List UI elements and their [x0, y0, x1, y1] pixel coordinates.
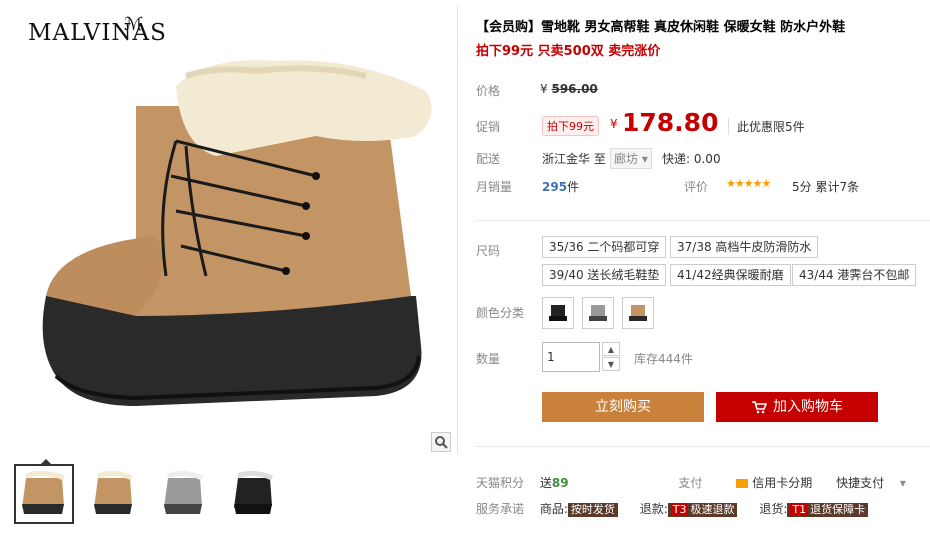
product-gallery: MALVINAS ℳ [6, 6, 458, 536]
quantity-label: 数量 [476, 352, 501, 366]
boot-thumb-icon [22, 470, 65, 514]
promo-tag: 拍下99元 [542, 116, 599, 136]
sales-label: 月销量 [476, 180, 513, 194]
star-rating-icon: ★★★★★ [726, 177, 771, 190]
color-swatch-grey[interactable] [582, 297, 614, 329]
divider [476, 446, 930, 447]
boot-swatch-icon [549, 305, 567, 321]
fast-pay[interactable]: 快捷支付 ▾ [836, 476, 906, 490]
ship-destination-select[interactable]: 廊坊 ▾ [610, 148, 652, 169]
thumbnail-1[interactable] [14, 459, 74, 524]
zoom-icon[interactable] [431, 432, 451, 452]
price-label: 价格 [476, 84, 501, 98]
size-label: 尺码 [476, 244, 501, 258]
rating-label: 评价 [684, 180, 709, 194]
product-subtitle: 拍下99元 只卖500双 卖完涨价 [476, 44, 661, 59]
add-to-cart-button[interactable]: 加入购物车 [716, 392, 878, 422]
ship-fee: 快递: 0.00 [662, 152, 721, 166]
credit-installment[interactable]: 信用卡分期 [736, 476, 812, 490]
promo-limit: 此优惠限5件 [728, 118, 805, 135]
service-label: 服务承诺 [476, 502, 525, 516]
thumbnail-2[interactable] [84, 464, 144, 524]
service-row: 服务承诺 商品: 按时发货 退款: T3 极速退款 退货: T1 退货保障卡 [476, 500, 869, 517]
ship-from: 浙江金华 至 [542, 152, 606, 166]
product-title: 【会员购】雪地靴 男女高帮鞋 真皮休闲鞋 保暖女鞋 防水户外鞋 [476, 20, 846, 35]
points-label: 天猫积分 [476, 476, 525, 490]
cart-icon [752, 401, 767, 414]
boot-swatch-icon [629, 305, 647, 321]
boot-thumb-icon [164, 470, 204, 514]
product-info: 【会员购】雪地靴 男女高帮鞋 真皮休闲鞋 保暖女鞋 防水户外鞋 拍下99元 只卖… [476, 0, 930, 536]
stock-count: 库存444件 [634, 352, 693, 366]
quantity-input[interactable]: 1 [542, 342, 600, 372]
svc-goods[interactable]: 商品: 按时发货 [540, 502, 618, 517]
size-option[interactable]: 43/44 港霁台不包邮 [792, 264, 917, 286]
chevron-down-icon: ▾ [641, 152, 648, 166]
points-value: 送89 [539, 476, 569, 490]
points-row: 天猫积分 送89 支付 信用卡分期 快捷支付 ▾ [476, 474, 906, 491]
boot-thumb-icon [234, 470, 274, 514]
size-option[interactable]: 41/42经典保暖耐磨 [670, 264, 791, 286]
price-box: 价格 ¥ 596.00 促销 拍下99元 ¥ 178.80 此优惠限5件 配送 … [476, 70, 930, 208]
boot-swatch-icon [589, 305, 607, 321]
original-price: ¥ 596.00 [540, 82, 598, 96]
buy-now-button[interactable]: 立刻购买 [542, 392, 704, 422]
boot-image [42, 60, 432, 406]
monthly-sales: 295件 [542, 180, 580, 194]
chevron-up-icon[interactable]: ▲ [602, 342, 620, 356]
promo-price: 178.80 [622, 108, 719, 137]
rating-score[interactable]: 5分 累计7条 [792, 178, 859, 195]
shipping-label: 配送 [476, 152, 501, 166]
main-product-image: MALVINAS ℳ [6, 6, 458, 454]
chevron-down-icon: ▾ [899, 476, 906, 490]
size-option[interactable]: 35/36 二个码都可穿 [542, 236, 667, 258]
size-option[interactable]: 39/40 送长绒毛鞋垫 [542, 264, 667, 286]
promo-label: 促销 [476, 120, 501, 134]
promo-currency: ¥ [610, 117, 618, 131]
svc-return[interactable]: 退货: T1 退货保障卡 [759, 502, 869, 517]
credit-card-icon [736, 479, 749, 488]
thumbnail-4[interactable] [224, 464, 284, 524]
color-label: 颜色分类 [476, 306, 525, 320]
size-option[interactable]: 37/38 高档牛皮防滑防水 [670, 236, 819, 258]
divider [476, 220, 930, 221]
chevron-down-icon[interactable]: ▼ [602, 357, 620, 371]
thumbnail-strip [14, 459, 284, 524]
boot-thumb-icon [94, 470, 134, 514]
color-swatch-black-tan[interactable] [542, 297, 574, 329]
thumbnail-3[interactable] [154, 464, 214, 524]
pay-label: 支付 [678, 476, 703, 490]
color-swatch-tan[interactable] [622, 297, 654, 329]
svc-refund[interactable]: 退款: T3 极速退款 [640, 502, 738, 517]
brand-mark-icon: ℳ [124, 14, 144, 35]
brand-logo: MALVINAS [28, 20, 167, 46]
add-to-cart-label: 加入购物车 [773, 399, 843, 415]
